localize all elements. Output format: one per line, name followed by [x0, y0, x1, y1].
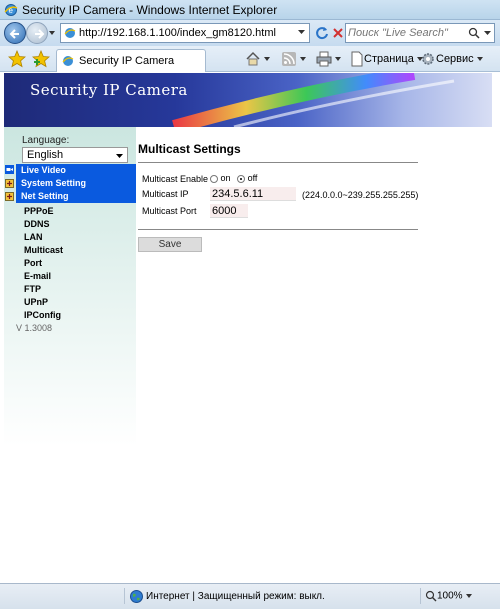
save-button[interactable]: Save — [138, 237, 202, 252]
favorites-star-icon[interactable] — [8, 50, 26, 68]
web-page: Security IP Camera Language: English Liv… — [4, 73, 492, 583]
submenu-lan[interactable]: LAN — [24, 232, 43, 242]
chevron-down-icon — [300, 57, 306, 61]
printer-icon — [316, 51, 332, 67]
zoom-level: 100% — [437, 590, 463, 602]
address-bar: http://192.168.1.100/index_gm8120.html — [0, 20, 500, 46]
status-separator — [420, 588, 421, 604]
zoom-magnifier-icon — [425, 590, 437, 602]
home-icon — [246, 51, 260, 66]
page-menu-icon — [351, 51, 363, 67]
page-icon — [64, 28, 76, 38]
multicast-off-label[interactable]: off — [248, 173, 258, 183]
tools-menu-label: Сервис — [436, 53, 474, 65]
multicast-ip-field[interactable]: 234.5.6.11 — [210, 187, 296, 201]
firmware-version: V 1.3008 — [16, 323, 53, 333]
add-favorites-icon[interactable] — [32, 50, 50, 68]
menu-net-setting[interactable]: Net Setting — [16, 190, 136, 203]
language-select[interactable]: English — [22, 147, 128, 163]
chevron-down-icon — [476, 57, 483, 61]
svg-text:e: e — [9, 6, 14, 15]
search-box[interactable] — [345, 23, 495, 43]
command-bar: Security IP Camera Страница Сервис — [0, 46, 500, 72]
banner-title: Security IP Camera — [30, 81, 188, 99]
globe-icon — [130, 590, 143, 603]
window-titlebar: e Security IP Camera - Windows Internet … — [0, 0, 500, 20]
divider — [138, 162, 418, 163]
print-button[interactable] — [316, 51, 341, 67]
chevron-down-icon — [264, 57, 270, 61]
chevron-down-icon — [335, 57, 341, 61]
multicast-enable-group: on off — [210, 173, 261, 183]
menu-live-video[interactable]: Live Video — [16, 164, 136, 177]
status-separator — [124, 588, 125, 604]
zoom-control[interactable]: 100% — [425, 590, 472, 602]
tools-menu[interactable]: Сервис — [420, 51, 483, 67]
history-dropdown-icon[interactable] — [48, 29, 56, 37]
window-title: Security IP Camera - Windows Internet Ex… — [22, 3, 278, 17]
camera-banner: Security IP Camera — [4, 73, 492, 127]
submenu-multicast[interactable]: Multicast — [24, 245, 63, 255]
back-button[interactable] — [4, 22, 26, 44]
multicast-enable-label: Multicast Enable — [142, 174, 209, 184]
submenu-ftp[interactable]: FTP — [24, 284, 41, 294]
gear-icon — [422, 53, 434, 65]
refresh-icon[interactable] — [314, 25, 330, 41]
chevron-down-icon — [116, 154, 123, 158]
language-value: English — [27, 149, 64, 161]
submenu-pppoe[interactable]: PPPoE — [24, 206, 54, 216]
expand-icon[interactable] — [5, 179, 14, 188]
multicast-on-label[interactable]: on — [221, 173, 231, 183]
forward-button[interactable] — [26, 22, 48, 44]
url-text: http://192.168.1.100/index_gm8120.html — [79, 27, 276, 39]
feeds-button[interactable] — [281, 51, 306, 67]
status-bar: Интернет | Защищенный режим: выкл. 100% — [0, 583, 500, 609]
forward-arrow-icon — [35, 29, 45, 39]
divider — [138, 229, 418, 230]
ie-logo-icon: e — [4, 4, 18, 16]
tab-security-ip-camera[interactable]: Security IP Camera — [56, 49, 206, 72]
multicast-ip-range-hint: (224.0.0.0~239.255.255.255) — [302, 190, 419, 200]
page-icon — [62, 56, 74, 66]
submenu-port[interactable]: Port — [24, 258, 42, 268]
multicast-settings-panel: Multicast Settings Multicast Enable on o… — [138, 127, 492, 583]
url-dropdown-icon[interactable] — [298, 30, 305, 35]
address-field[interactable]: http://192.168.1.100/index_gm8120.html — [60, 23, 310, 43]
multicast-port-label: Multicast Port — [142, 206, 197, 216]
menu-system-setting[interactable]: System Setting — [16, 177, 136, 190]
page-title: Multicast Settings — [138, 142, 241, 156]
sidebar: Language: English Live Video System Sett… — [4, 127, 136, 583]
submenu-ddns[interactable]: DDNS — [24, 219, 50, 229]
chevron-down-icon — [465, 594, 472, 598]
multicast-on-radio[interactable] — [210, 174, 218, 183]
home-button[interactable] — [245, 51, 270, 67]
video-camera-icon — [5, 165, 14, 174]
page-menu-label: Страница — [364, 53, 414, 65]
search-input[interactable] — [348, 26, 468, 40]
rss-feed-icon — [282, 52, 296, 66]
multicast-port-field[interactable]: 6000 — [210, 204, 248, 218]
multicast-ip-label: Multicast IP — [142, 189, 189, 199]
tab-label: Security IP Camera — [79, 55, 175, 67]
stop-icon[interactable] — [330, 25, 346, 41]
back-arrow-icon — [9, 29, 19, 39]
submenu-upnp[interactable]: UPnP — [24, 297, 48, 307]
expand-icon[interactable] — [5, 192, 14, 201]
multicast-off-radio[interactable] — [237, 174, 246, 183]
submenu-email[interactable]: E-mail — [24, 271, 51, 281]
submenu-ipconfig[interactable]: IPConfig — [24, 310, 61, 320]
page-menu[interactable]: Страница — [350, 51, 423, 67]
language-label: Language: — [22, 135, 70, 146]
search-dropdown-icon[interactable] — [484, 31, 491, 36]
security-zone-text: Интернет | Защищенный режим: выкл. — [146, 591, 325, 602]
search-icon[interactable] — [468, 27, 480, 39]
